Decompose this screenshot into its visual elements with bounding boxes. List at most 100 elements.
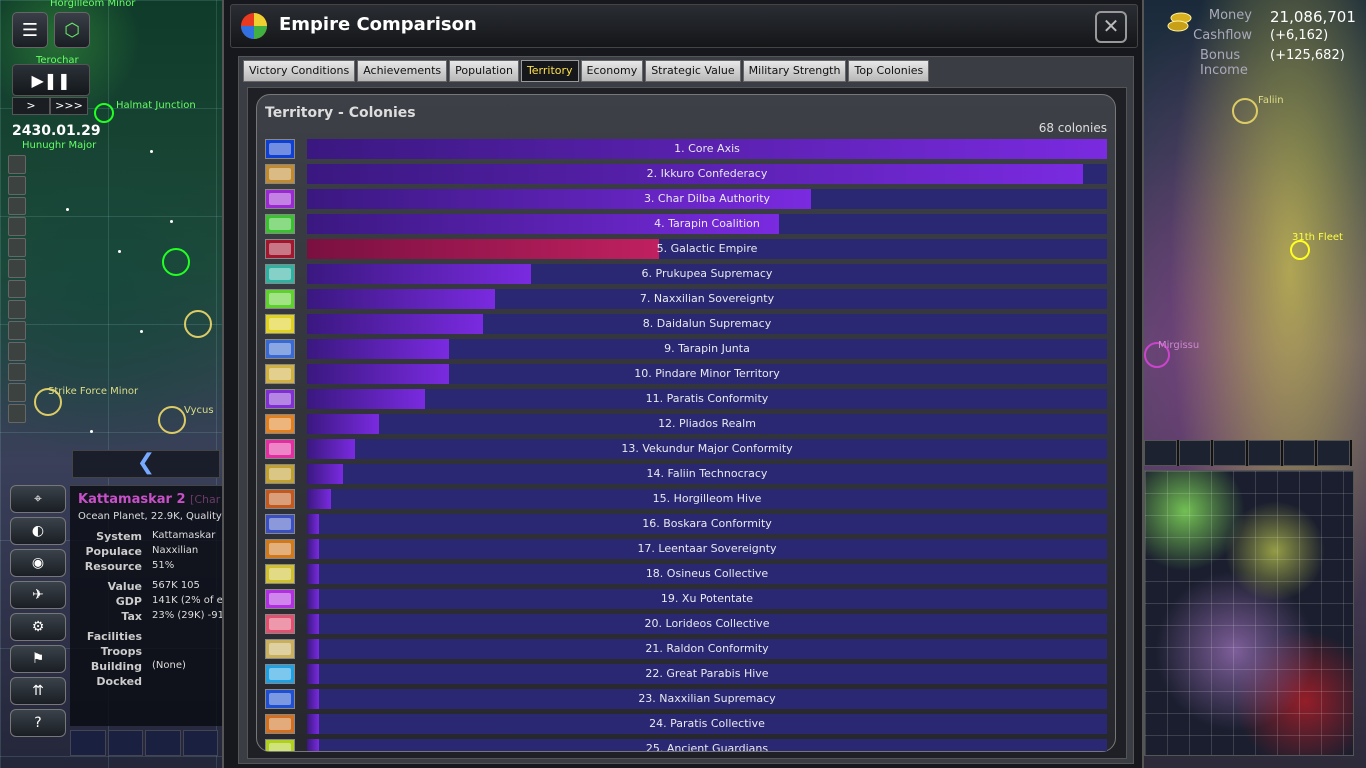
fleet-marker[interactable] [1290, 240, 1310, 260]
ship-button[interactable]: ✈ [10, 581, 66, 609]
empire-flag-icon [265, 289, 295, 309]
empire-row[interactable]: 21. Raldon Conformity [265, 639, 1111, 661]
flag-button[interactable]: ⚑ [10, 645, 66, 673]
toolbar-button[interactable] [8, 217, 26, 237]
empire-row[interactable]: 6. Prukupea Supremacy [265, 264, 1111, 286]
eye-button[interactable]: ◉ [10, 549, 66, 577]
tab-territory[interactable]: Territory [520, 60, 579, 82]
planet-stat-row: GDP 141K (2% of em [70, 595, 222, 610]
empire-row[interactable]: 23. Naxxilian Supremacy [265, 689, 1111, 711]
panel-collapse-button[interactable]: ❮ [72, 450, 220, 478]
speed-slow-button[interactable]: > [12, 97, 50, 115]
empire-row[interactable]: 7. Naxxilian Sovereignty [265, 289, 1111, 311]
toolbar-button[interactable] [8, 175, 26, 195]
tab-population[interactable]: Population [449, 60, 519, 82]
empire-name: 21. Raldon Conformity [645, 642, 769, 655]
emblem-icon [269, 293, 291, 305]
tab-top-colonies[interactable]: Top Colonies [848, 60, 930, 82]
empire-row[interactable]: 3. Char Dilba Authority [265, 189, 1111, 211]
slot[interactable] [107, 730, 143, 756]
minimap-tab-planets[interactable] [1178, 440, 1212, 466]
toolbar-button[interactable] [8, 155, 26, 174]
galaxy-minimap[interactable] [1144, 470, 1354, 756]
empire-row[interactable]: 16. Boskara Conformity [265, 514, 1111, 536]
empire-name: 19. Xu Potentate [660, 592, 754, 605]
empire-row[interactable]: 1. Core Axis [265, 139, 1111, 161]
system-marker[interactable] [184, 310, 212, 338]
empire-row[interactable]: 15. Horgilleom Hive [265, 489, 1111, 511]
tab-achievements[interactable]: Achievements [357, 60, 448, 82]
gear-button[interactable]: ⚙ [10, 613, 66, 641]
empire-ranking-list[interactable]: 1. Core Axis 2. Ikkuro Confederacy 3. Char… [265, 139, 1111, 751]
empire-row[interactable]: 9. Tarapin Junta [265, 339, 1111, 361]
close-button[interactable]: ✕ [1095, 11, 1127, 43]
empire-row[interactable]: 2. Ikkuro Confederacy [265, 164, 1111, 186]
toolbar-button[interactable] [8, 321, 26, 340]
minimap-tab-nebula[interactable] [1282, 440, 1316, 466]
tab-victory-conditions[interactable]: Victory Conditions [243, 60, 356, 82]
system-marker[interactable] [162, 248, 190, 276]
speed-fast-button[interactable]: >>> [50, 97, 88, 115]
empire-row[interactable]: 20. Lorideos Collective [265, 614, 1111, 636]
empire-row[interactable]: 12. Pliados Realm [265, 414, 1111, 436]
slot[interactable] [70, 730, 106, 756]
empire-row[interactable]: 4. Tarapin Coalition [265, 214, 1111, 236]
system-marker[interactable] [1232, 98, 1258, 124]
menu-button[interactable]: ☰ [12, 12, 48, 48]
toolbar-button[interactable] [8, 258, 26, 278]
help-hexagon-icon: ⬡ [64, 19, 80, 41]
cashflow-value: (+6,162) [1270, 28, 1329, 43]
empire-name: 5. Galactic Empire [656, 242, 758, 255]
pause-play-button[interactable]: ▶❚❚ [12, 64, 90, 96]
empire-row[interactable]: 8. Daidalun Supremacy [265, 314, 1111, 336]
minimap-tab-globe[interactable] [1317, 440, 1351, 466]
slot[interactable] [182, 730, 218, 756]
planet-stat-value: (None) [152, 660, 186, 671]
empire-flag-icon [265, 139, 295, 159]
toolbar-button[interactable] [8, 238, 26, 257]
toolbar-button[interactable] [8, 383, 26, 403]
toolbar-button[interactable] [8, 279, 26, 299]
empire-row[interactable]: 13. Vekundur Major Conformity [265, 439, 1111, 461]
empire-row[interactable]: 10. Pindare Minor Territory [265, 364, 1111, 386]
empire-flag-icon [265, 614, 295, 634]
empire-name: 14. Faliin Technocracy [646, 467, 768, 480]
help-button[interactable]: ⬡ [54, 12, 90, 48]
empire-row[interactable]: 25. Ancient Guardians [265, 739, 1111, 751]
tab-economy[interactable]: Economy [580, 60, 644, 82]
empire-row[interactable]: 5. Galactic Empire [265, 239, 1111, 261]
tab-strategic-value[interactable]: Strategic Value [645, 60, 741, 82]
map-label: Hunughr Major [22, 140, 97, 151]
toolbar-button[interactable] [8, 404, 26, 423]
empire-row[interactable]: 18. Osineus Collective [265, 564, 1111, 586]
empire-row[interactable]: 24. Paratis Collective [265, 714, 1111, 736]
map-label: Strike Force Minor [48, 386, 139, 397]
slot[interactable] [145, 730, 181, 756]
star [170, 220, 173, 223]
empire-flag-icon [265, 464, 295, 484]
minimap-tab-ships[interactable] [1144, 440, 1177, 466]
empire-name: 10. Pindare Minor Territory [634, 367, 780, 380]
empire-name: 4. Tarapin Coalition [654, 217, 760, 230]
planet-name[interactable]: Kattamaskar 2 [Char Dil [78, 492, 238, 507]
empire-row[interactable]: 22. Great Parabis Hive [265, 664, 1111, 686]
system-marker[interactable] [158, 406, 186, 434]
toolbar-button[interactable] [8, 196, 26, 216]
toolbar-button[interactable] [8, 341, 26, 361]
toolbar-button[interactable] [8, 362, 26, 382]
empire-row[interactable]: 19. Xu Potentate [265, 589, 1111, 611]
empire-name: 3. Char Dilba Authority [643, 192, 771, 205]
target-button[interactable]: ⌖ [10, 485, 66, 513]
empire-row[interactable]: 17. Leentaar Sovereignty [265, 539, 1111, 561]
planet-button[interactable]: ◐ [10, 517, 66, 545]
empire-row[interactable]: 14. Faliin Technocracy [265, 464, 1111, 486]
minimap-tab-gas-giant[interactable] [1213, 440, 1247, 466]
tab-military-strength[interactable]: Military Strength [742, 60, 847, 82]
minimap-tab-star[interactable] [1248, 440, 1281, 466]
system-marker[interactable] [94, 103, 114, 123]
query-button[interactable]: ? [10, 709, 66, 737]
planet-stat-row: Docked [70, 675, 222, 690]
empire-row[interactable]: 11. Paratis Conformity [265, 389, 1111, 411]
toolbar-button[interactable] [8, 300, 26, 320]
population-button[interactable]: ⇈ [10, 677, 66, 705]
